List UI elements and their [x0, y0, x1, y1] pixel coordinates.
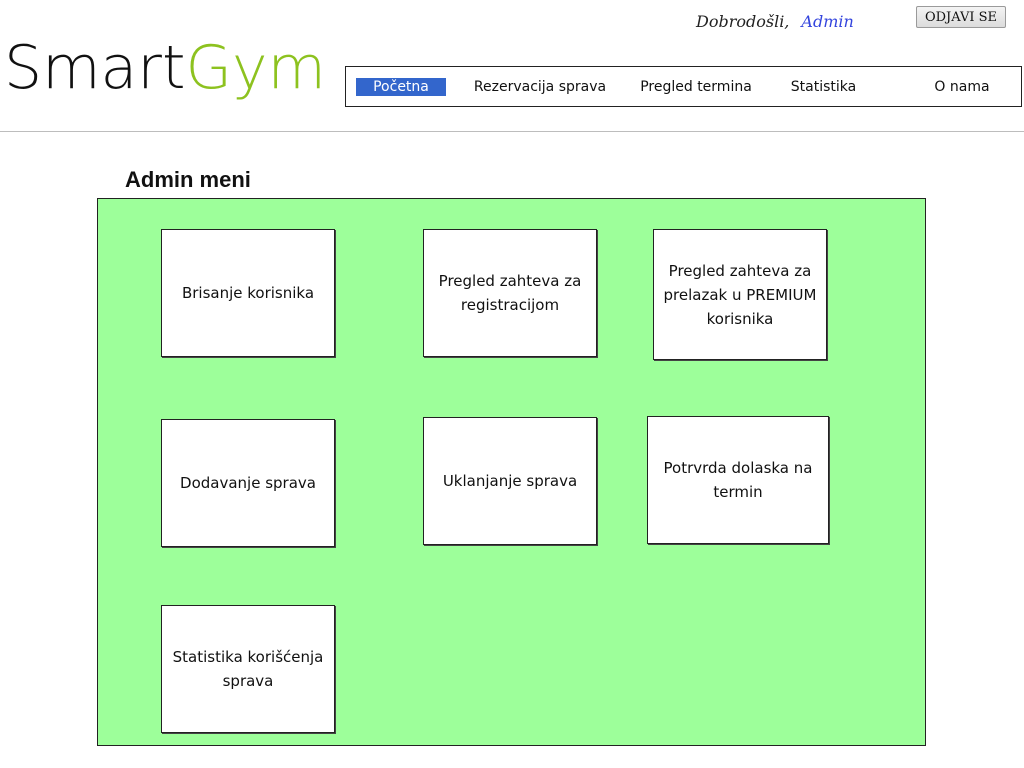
- header-divider: [0, 131, 1024, 132]
- logo-text-smart: Smart: [4, 33, 186, 103]
- main-nav: Početna Rezervacija sprava Pregled termi…: [345, 66, 1022, 107]
- tile-pregled-zahteva-premium[interactable]: Pregled zahteva za prelazak u PREMIUM ko…: [653, 229, 827, 360]
- nav-item-statistika[interactable]: Statistika: [786, 78, 861, 96]
- logo-text-gym: Gym: [185, 33, 326, 103]
- nav-item-o-nama[interactable]: O nama: [926, 78, 998, 96]
- nav-item-pregled-termina[interactable]: Pregled termina: [636, 78, 756, 96]
- welcome-text: Dobrodošli,: [696, 12, 790, 31]
- welcome-message: Dobrodošli, Admin: [696, 12, 854, 31]
- nav-item-rezervacija-sprava[interactable]: Rezervacija sprava: [470, 78, 610, 96]
- page-title: Admin meni: [125, 167, 251, 192]
- tile-brisanje-korisnika[interactable]: Brisanje korisnika: [161, 229, 335, 357]
- tile-uklanjanje-sprava[interactable]: Uklanjanje sprava: [423, 417, 597, 545]
- nav-item-pocetna[interactable]: Početna: [356, 78, 446, 96]
- user-name-link[interactable]: Admin: [801, 12, 853, 31]
- tile-statistika-koriscenja-sprava[interactable]: Statistika korišćenja sprava: [161, 605, 335, 733]
- logout-button[interactable]: ODJAVI SE: [916, 6, 1006, 28]
- tile-pregled-zahteva-registracija[interactable]: Pregled zahteva za registracijom: [423, 229, 597, 357]
- admin-menu-panel: Brisanje korisnika Pregled zahteva za re…: [97, 198, 926, 746]
- page: Dobrodošli, Admin ODJAVI SE SmartGym Poče…: [0, 0, 1024, 768]
- logo[interactable]: SmartGym: [4, 38, 326, 98]
- tile-potvrda-dolaska[interactable]: Potrvrda dolaska na termin: [647, 416, 829, 544]
- tile-dodavanje-sprava[interactable]: Dodavanje sprava: [161, 419, 335, 547]
